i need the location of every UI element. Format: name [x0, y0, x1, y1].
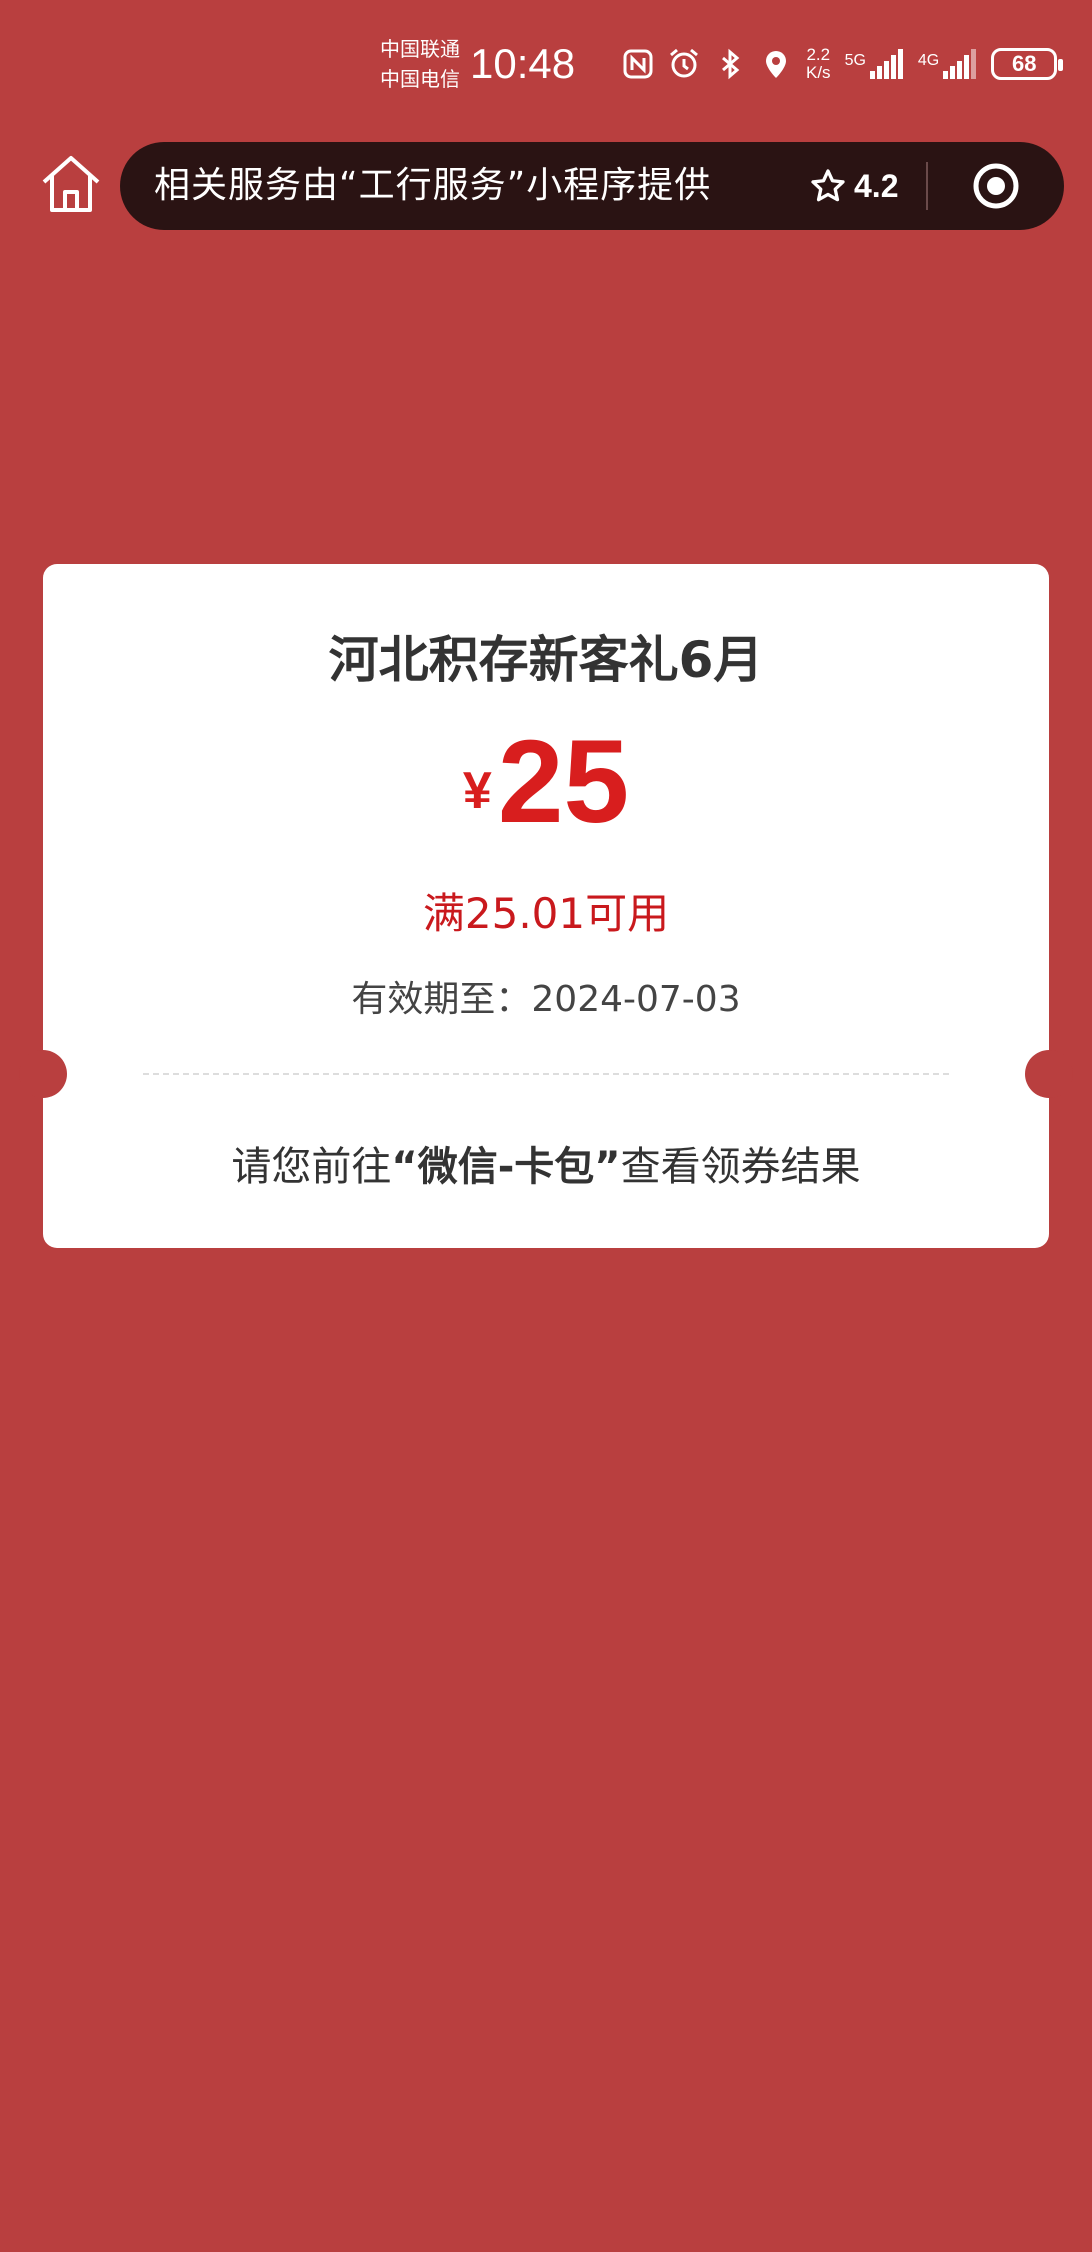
alarm-icon: [670, 48, 698, 78]
capsule-divider: [926, 162, 928, 210]
target-icon[interactable]: [972, 162, 1020, 210]
status-icons: 2.2 K/s 5G 4G 68: [622, 44, 1064, 84]
wallet-hint: 请您前往“微信-卡包”查看领券结果: [43, 1134, 1049, 1192]
nfc-icon: [623, 49, 653, 79]
validity-date: 有效期至：2024-07-03: [351, 979, 741, 1020]
carrier-labels: 中国联通 中国电信: [380, 34, 460, 94]
carrier-2: 中国电信: [380, 67, 460, 91]
rating-value: 4.2: [854, 167, 899, 204]
status-bar: 中国联通 中国电信 10:48 2.2 K/s 5G 4G 68: [0, 0, 1092, 120]
home-icon[interactable]: [38, 152, 104, 218]
usage-condition: 满25.01可用: [422, 889, 670, 938]
amount-value: 25: [497, 716, 630, 848]
signal-icon: [943, 49, 977, 79]
battery-icon: 68: [991, 48, 1064, 80]
star-icon: [811, 169, 845, 202]
hint-prefix: 请您前往: [231, 1144, 392, 1190]
rating[interactable]: 4.2: [810, 142, 898, 230]
coupon-title: 河北积存新客礼6月: [328, 631, 764, 689]
hint-suffix: 查看领券结果: [620, 1144, 861, 1190]
network-5g: 5G: [845, 49, 904, 79]
service-notice[interactable]: 相关服务由“工行服务”小程序提供: [154, 142, 711, 230]
hint-highlight: “微信-卡包”: [391, 1144, 621, 1190]
coupon-card: 河北积存新客礼6月 ¥25 满25.01可用 有效期至：2024-07-03 请…: [19, 564, 1073, 1248]
status-time: 10:48: [470, 40, 576, 87]
signal-icon: [869, 49, 903, 79]
service-capsule: 相关服务由“工行服务”小程序提供 4.2: [120, 142, 1064, 230]
ticket-notch-right: [1025, 1050, 1073, 1098]
net-speed: 2.2 K/s: [806, 45, 831, 82]
location-icon: [766, 51, 786, 78]
coupon-amount: ¥25: [43, 714, 1049, 850]
carrier-1: 中国联通: [380, 37, 460, 61]
bluetooth-icon: [722, 48, 740, 80]
dashed-divider: [143, 1073, 949, 1075]
network-4g: 4G: [918, 49, 977, 79]
currency-symbol: ¥: [462, 762, 492, 820]
ticket-notch-left: [19, 1050, 67, 1098]
